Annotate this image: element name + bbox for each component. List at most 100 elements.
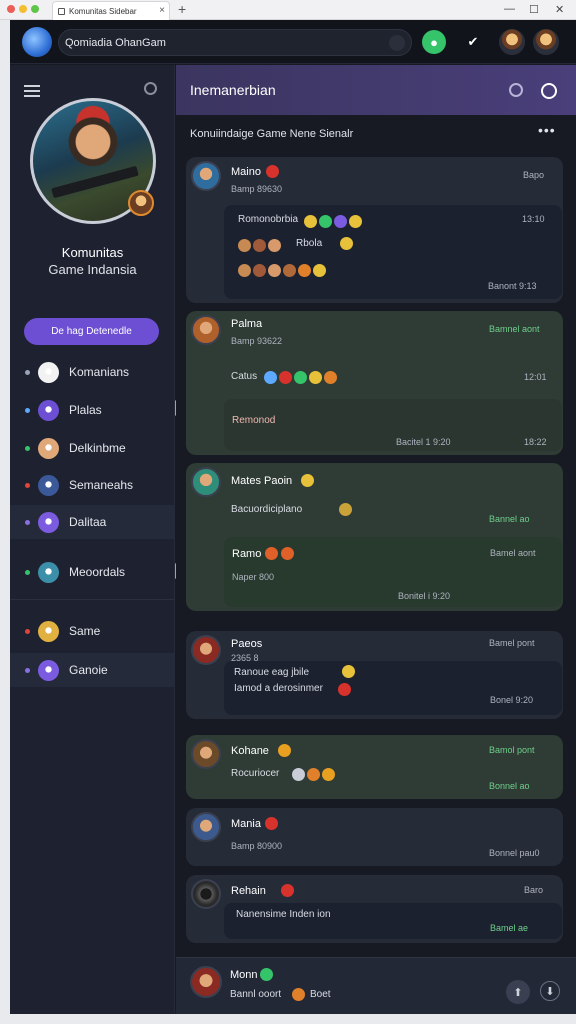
nested-time: Bamel aont [490, 548, 536, 558]
close-tab-icon[interactable]: × [159, 5, 165, 16]
minimize-icon[interactable]: — [504, 3, 515, 15]
post-avatar[interactable] [191, 315, 221, 345]
sidebar-item[interactable]: Plalas [10, 393, 175, 427]
maximize-icon[interactable]: ☐ [529, 3, 539, 16]
more-options-icon[interactable]: ••• [538, 122, 556, 138]
bullet-icon [25, 520, 30, 525]
post-avatar[interactable] [191, 812, 221, 842]
reply-footer: Bacitel 1 9:20 [396, 437, 451, 447]
emoji-icon [298, 264, 311, 278]
sidebar-item-icon [38, 475, 59, 496]
post-author[interactable]: Mates Paoin [231, 475, 292, 487]
search-input[interactable] [65, 34, 385, 52]
sidebar-item[interactable]: Dalitaa [10, 505, 175, 539]
post-avatar[interactable] [191, 161, 221, 191]
post-time: Baro [524, 885, 544, 895]
sidebar-item-icon [38, 400, 59, 421]
nested-author[interactable]: Ramo [232, 548, 261, 560]
badge-icon [265, 817, 278, 830]
post-card[interactable]: Rehain Baro Nanensime Inden ion Bamel ae [186, 875, 563, 943]
post-author[interactable]: Rehain [231, 885, 266, 897]
check-icon[interactable]: ✔ [461, 30, 485, 54]
reply-time: 18:22 [524, 437, 547, 447]
search-bar[interactable] [58, 29, 412, 56]
bullet-icon [25, 668, 30, 673]
feed-header: Inemanerbian [176, 65, 576, 115]
sidebar-item-icon [38, 660, 59, 681]
post-avatar[interactable] [191, 635, 221, 665]
profile-name: Komunitas [61, 245, 124, 260]
sidebar-item[interactable]: Komanians [10, 355, 175, 389]
minimize-window-dot[interactable] [19, 5, 27, 13]
post-avatar[interactable] [191, 467, 221, 497]
reaction-row[interactable] [238, 262, 328, 280]
composer-bar[interactable]: Monn Bannl ooort Boet ⬆ ⬇ [176, 957, 576, 1014]
reaction-row[interactable] [238, 237, 283, 255]
bullet-icon [25, 629, 30, 634]
post-card[interactable]: Mates Paoin Bacuordiciplano Bannel ao Ra… [186, 463, 563, 611]
page-icon [58, 8, 65, 15]
close-window-dot[interactable] [7, 5, 15, 13]
content-time: 13:10 [522, 214, 545, 224]
download-icon[interactable]: ⬇ [540, 981, 560, 1001]
emoji-icon [338, 683, 351, 696]
search-icon[interactable] [389, 35, 405, 51]
post-author[interactable]: Maino [231, 166, 261, 178]
post-author[interactable]: Mania [231, 818, 261, 830]
composer-avatar[interactable] [190, 966, 222, 998]
post-time: Bapo [523, 170, 545, 180]
reaction-row[interactable] [292, 766, 337, 784]
post-author[interactable]: Palma [231, 318, 262, 330]
sidebar-item-label: Delkinbme [69, 441, 126, 455]
content-footer: Bamel ae [490, 923, 529, 933]
new-tab-icon[interactable]: + [178, 1, 186, 17]
nested-post[interactable]: Ramo Naper 800 Bamel aont Bonitel i 9:20 [224, 537, 562, 607]
zoom-window-dot[interactable] [31, 5, 39, 13]
header-search-icon[interactable] [509, 83, 523, 97]
post-card[interactable]: Maino Bamp 89630 Bapo Romonobrbia 13:10 … [186, 157, 563, 303]
user-avatar[interactable] [533, 29, 559, 55]
sidebar-item[interactable]: Same [10, 614, 175, 648]
reaction-row[interactable] [264, 369, 339, 387]
post-footer: Bonnel pau0 [489, 848, 540, 858]
menu-icon[interactable] [24, 85, 40, 97]
post-card[interactable]: Palma Bamp 93622 Bamnel aont Catus 12:01… [186, 311, 563, 455]
sidebar-search-icon[interactable] [144, 82, 157, 95]
browser-tab[interactable]: Komunitas Sidebar × [52, 1, 170, 20]
post-line-time: 12:01 [524, 372, 547, 382]
sidebar-item[interactable]: Ganoie [10, 653, 175, 687]
post-card[interactable]: Paeos 2365 8 Bamel pont Ranoue eag jbile… [186, 631, 563, 719]
send-icon[interactable]: ⬆ [506, 980, 530, 1004]
reaction-row[interactable] [304, 213, 364, 231]
bullet-icon [25, 446, 30, 451]
app-logo-icon[interactable] [22, 27, 52, 57]
feed-subtitle: Konuiindaige Game Nene Sienalr [190, 128, 354, 140]
friend-avatar[interactable] [499, 29, 525, 55]
emoji-icon [278, 744, 291, 757]
close-icon[interactable]: ✕ [555, 3, 564, 16]
badge-icon [266, 165, 279, 178]
post-footer: Bonnel ao [489, 781, 530, 791]
post-content-text: Rbola [296, 238, 323, 249]
post-avatar[interactable] [191, 739, 221, 769]
sidebar-item[interactable]: Semaneahs [10, 468, 175, 502]
primary-action-button[interactable]: De hag Detenedle [24, 318, 159, 345]
post-author[interactable]: Kohane [231, 745, 269, 757]
post-card[interactable]: Mania Bamp 80900 Bonnel pau0 [186, 808, 563, 866]
emoji-icon [307, 768, 320, 782]
composer-text[interactable]: Bannl ooort [230, 989, 281, 1000]
tab-title: Komunitas Sidebar [69, 7, 137, 16]
post-card[interactable]: Kohane Bamol pont Rocuriocer Bonnel ao [186, 735, 563, 799]
emoji-icon [292, 988, 305, 1001]
post-meta: Bamp 93622 [231, 336, 283, 346]
post-author[interactable]: Paeos [231, 638, 262, 650]
emoji-icon [349, 215, 362, 229]
sidebar-item[interactable]: Meoordals [10, 555, 175, 589]
post-content-line: Iamod a derosinmer [234, 683, 323, 694]
post-avatar[interactable] [191, 879, 221, 909]
status-online-icon[interactable]: ● [422, 30, 446, 54]
emoji-icon [309, 371, 322, 385]
sidebar-item[interactable]: Delkinbme [10, 431, 175, 465]
history-icon[interactable] [541, 83, 557, 99]
emoji-icon [342, 665, 355, 678]
